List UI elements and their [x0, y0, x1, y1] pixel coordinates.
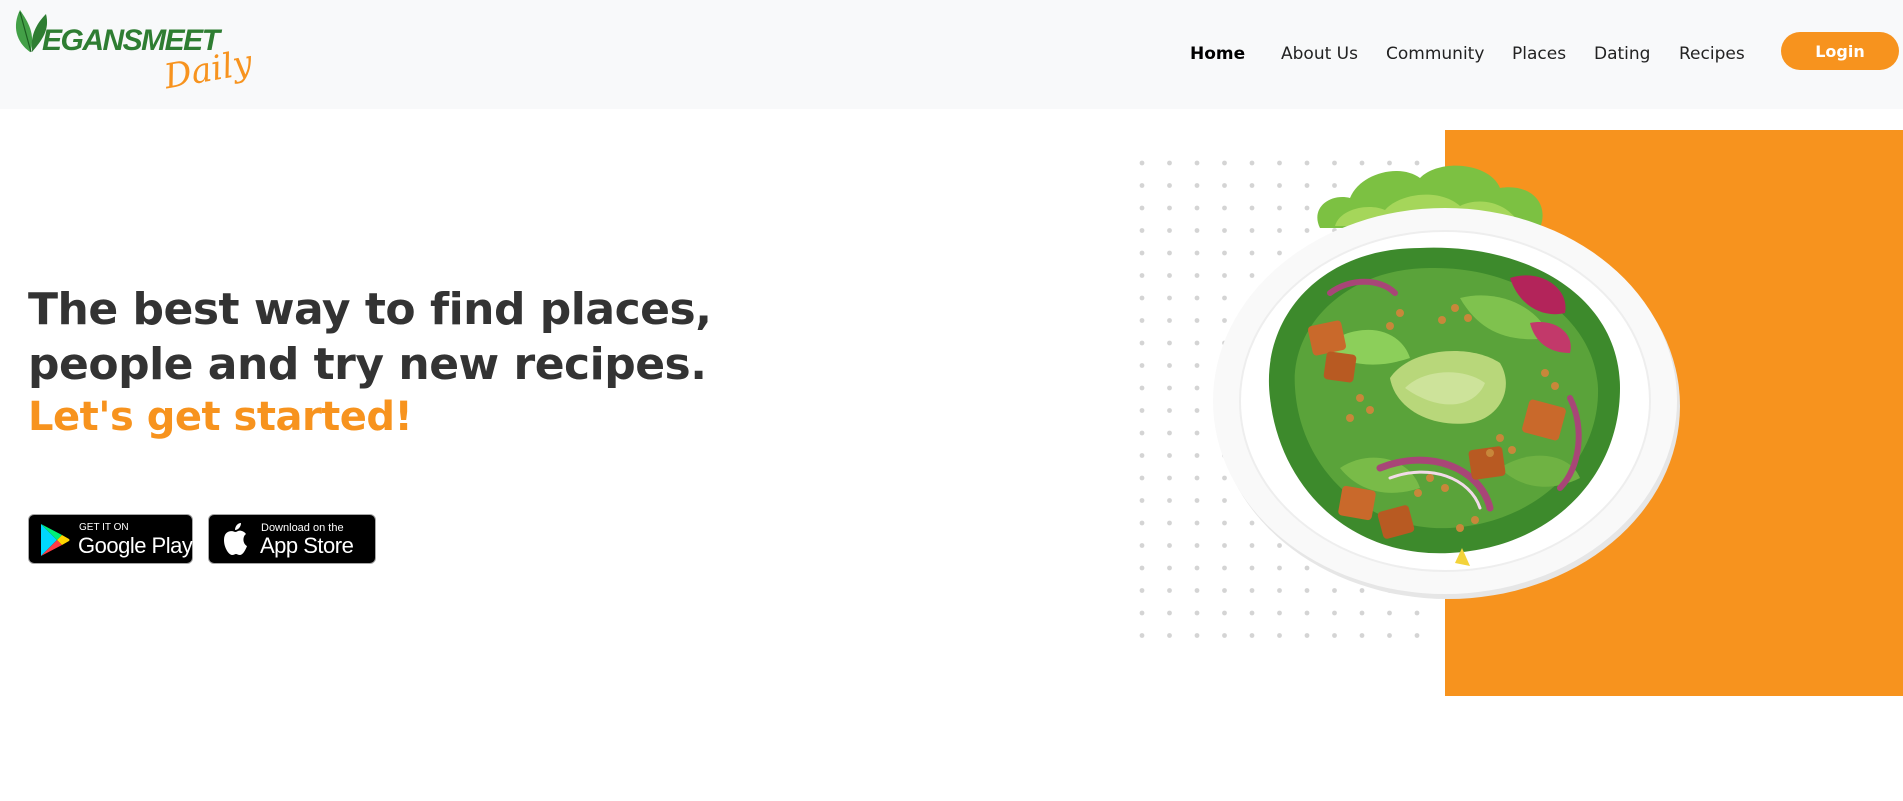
hero-title-line-1: The best way to find places, — [28, 284, 712, 335]
nav-dating[interactable]: Dating — [1594, 44, 1650, 64]
login-button[interactable]: Login — [1781, 32, 1899, 70]
apple-icon — [224, 523, 247, 555]
app-store-badge[interactable]: Download on the App Store — [208, 514, 376, 564]
nav-places[interactable]: Places — [1512, 44, 1566, 64]
salad-bowl-image — [1213, 165, 1680, 599]
google-badge-big-text: Google Play — [78, 533, 193, 558]
hero-cta-text: Let's get started! — [28, 394, 413, 440]
nav-home[interactable]: Home — [1190, 44, 1245, 64]
google-play-icon — [41, 524, 70, 556]
nav-community[interactable]: Community — [1386, 44, 1484, 64]
google-badge-small-text: GET IT ON — [79, 522, 129, 533]
nav-recipes[interactable]: Recipes — [1679, 44, 1745, 64]
google-play-badge[interactable]: GET IT ON Google Play — [28, 514, 193, 564]
logo[interactable]: EGANSMEET Daily — [6, 4, 255, 100]
hero-title-line-2: people and try new recipes. — [28, 339, 707, 390]
hero-title: The best way to find places, people and … — [28, 282, 748, 392]
nav-about-us[interactable]: About Us — [1281, 44, 1358, 64]
apple-badge-big-text: App Store — [260, 533, 354, 558]
site-header: EGANSMEET Daily Home About Us Community … — [0, 0, 1903, 109]
